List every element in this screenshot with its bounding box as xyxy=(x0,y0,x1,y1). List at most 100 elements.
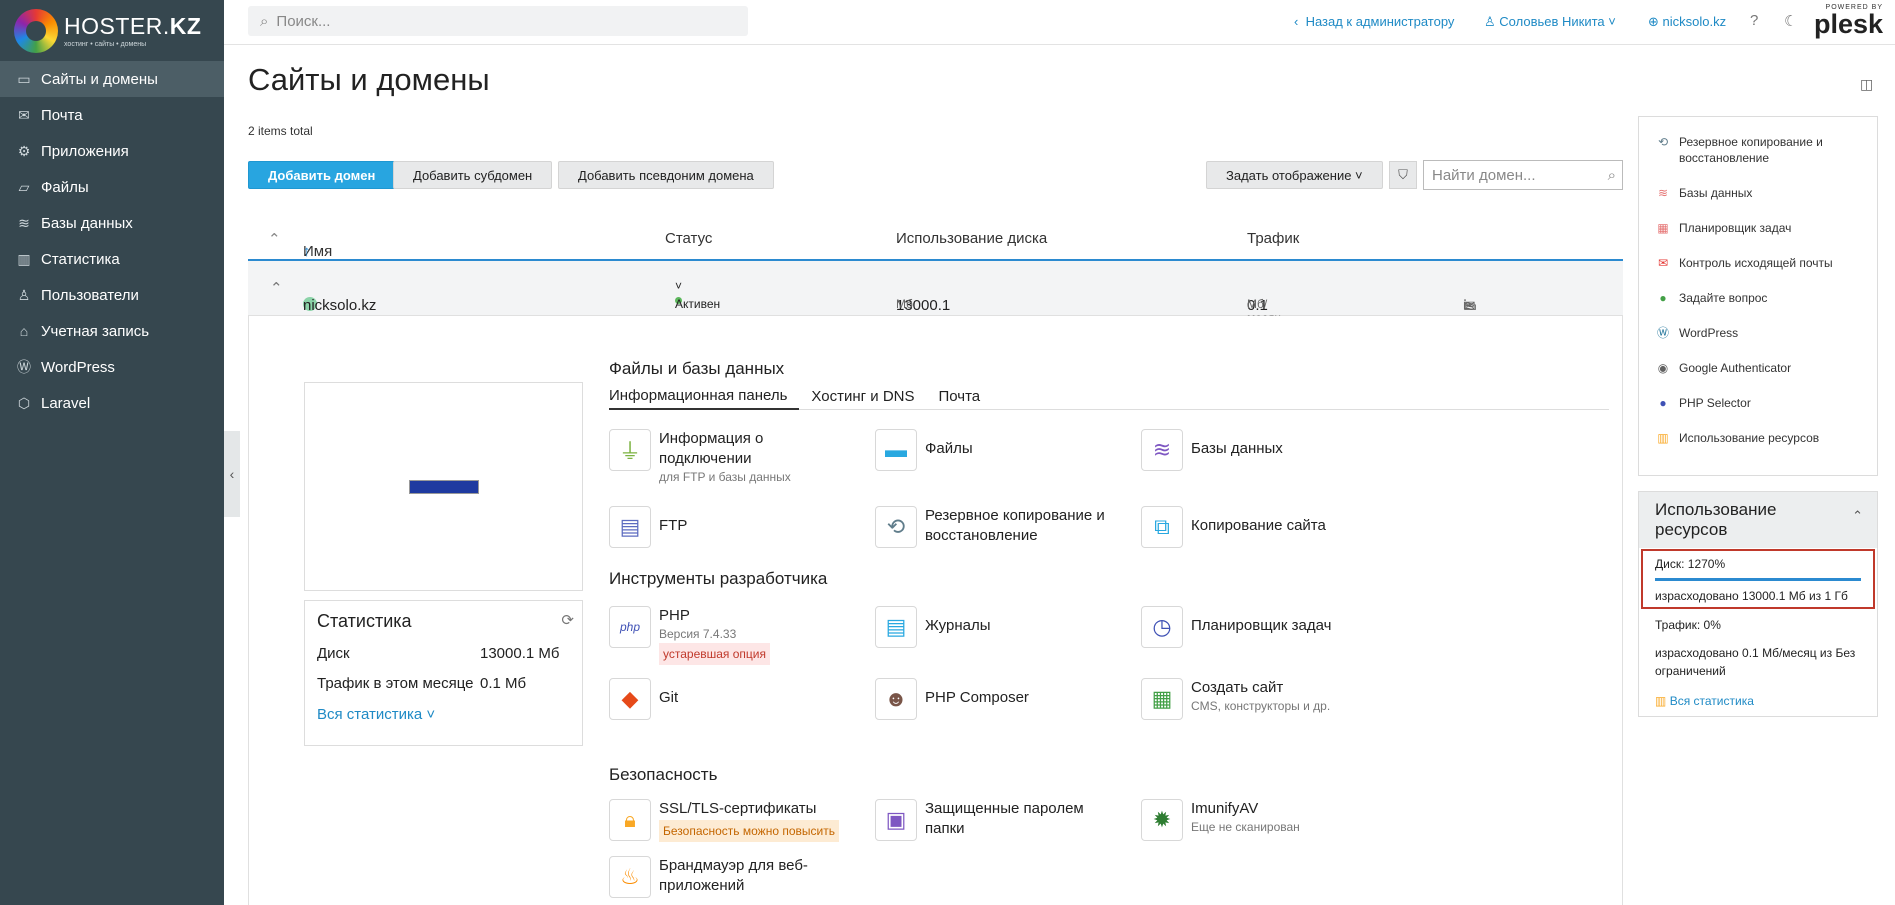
sidebar-item-2[interactable]: ⚙ Приложения xyxy=(0,133,224,169)
backup-icon: ⟲ xyxy=(875,506,917,548)
sidebar-item-0[interactable]: ▭ Сайты и домены xyxy=(0,61,224,97)
help-icon[interactable]: ? xyxy=(1750,12,1758,29)
tile-git[interactable]: ◆ Git xyxy=(609,678,859,720)
tab-dashboard[interactable]: Информационная панель xyxy=(609,382,800,410)
right-panel-link-0[interactable]: ⟲ Резервное копирование и восстановление xyxy=(1639,134,1877,166)
right-panel-link-6[interactable]: ◉ Google Authenticator xyxy=(1639,360,1877,376)
copy-icon: ⧉ xyxy=(1141,506,1183,548)
right-panel-link-8[interactable]: ▥ Использование ресурсов xyxy=(1639,430,1877,446)
sidebar-item-7[interactable]: ⌂ Учетная запись xyxy=(0,313,224,349)
domain-detail-panel: Статистика ⟳ Диск 13000.1 Мб Трафик в это… xyxy=(248,316,1623,905)
refresh-icon[interactable]: ⟳ xyxy=(561,611,574,629)
tile-logs[interactable]: ▤ Журналы xyxy=(875,606,1125,648)
column-disk[interactable]: Использование диска xyxy=(896,230,1047,247)
filter-button[interactable]: ⛉ xyxy=(1389,161,1417,189)
sidebar-item-6[interactable]: ♙ Пользователи xyxy=(0,277,224,313)
ftp-server-icon: ▤ xyxy=(609,506,651,548)
sidebar-item-4[interactable]: ≋ Базы данных xyxy=(0,205,224,241)
user-menu[interactable]: ♙ Соловьев Никита ˅ xyxy=(1484,14,1616,30)
calendar-icon: ▦ xyxy=(1657,221,1669,235)
tile-backup[interactable]: ⟲ Резервное копирование и восстановление xyxy=(875,506,1135,548)
chevron-left-icon: ‹ xyxy=(229,466,235,482)
tile-imunify[interactable]: ✹ ImunifyAV Еще не сканирован xyxy=(1141,799,1391,841)
global-search-input[interactable]: ⌕ Поиск... xyxy=(248,6,748,36)
sidebar-item-label: Приложения xyxy=(41,142,129,160)
right-panel-links: ⟲ Резервное копирование и восстановление ≋… xyxy=(1638,116,1878,476)
tile-protected-dirs[interactable]: ▣ Защищенные паролем папки xyxy=(875,799,1125,841)
wordpress-icon: Ⓦ xyxy=(17,359,31,375)
right-panel-link-label: Задайте вопрос xyxy=(1679,291,1768,305)
authenticator-icon: ◉ xyxy=(1657,361,1669,375)
right-panel-link-4[interactable]: ● Задайте вопрос xyxy=(1639,290,1877,306)
sidebar-item-5[interactable]: ▥ Статистика xyxy=(0,241,224,277)
user-icon: ♙ xyxy=(17,286,31,303)
tile-ftp[interactable]: ▤ FTP xyxy=(609,506,859,548)
top-header: ⌕ Поиск... ‹ Назад к администратору ♙ Со… xyxy=(224,0,1895,45)
sidebar-collapse-handle[interactable]: ‹ xyxy=(224,431,240,517)
tile-composer[interactable]: ☻ PHP Composer xyxy=(875,678,1125,720)
tile-create-site[interactable]: ▦ Создать сайт CMS, конструкторы и др. xyxy=(1141,678,1391,720)
domain-link[interactable]: ⊕ nicksolo.kz xyxy=(1648,14,1726,30)
right-panel-link-1[interactable]: ≋ Базы данных xyxy=(1639,185,1877,201)
stats-traffic-label: Трафик в этом месяце xyxy=(317,675,474,692)
sidebar-item-label: Почта xyxy=(41,106,83,124)
collapse-all-icon[interactable]: ⌃ xyxy=(268,230,281,248)
right-panel-link-7[interactable]: ● PHP Selector xyxy=(1639,395,1877,411)
tile-connection-info[interactable]: ⏚ Информация о подключении для FTP и базы… xyxy=(609,429,859,485)
traffic-percent: 0% xyxy=(1703,618,1721,632)
theme-moon-icon[interactable]: ☾ xyxy=(1784,12,1797,30)
globe-icon: ⊕ xyxy=(1648,14,1659,29)
tab-mail[interactable]: Почта xyxy=(939,382,993,410)
panel-toggle-icon[interactable]: ◫ xyxy=(1860,76,1873,93)
logo-name: HOSTER.KZ xyxy=(64,13,202,39)
right-panel-link-3[interactable]: ✉ Контроль исходящей почты xyxy=(1639,255,1877,271)
resource-usage-header[interactable]: Использование ресурсов ⌃ xyxy=(1639,492,1877,548)
php-icon: php xyxy=(609,606,651,648)
tile-copy-site[interactable]: ⧉ Копирование сайта xyxy=(1141,506,1391,548)
traffic-used-text: израсходовано 0.1 Мб/месяц из Без ограни… xyxy=(1655,646,1856,678)
tile-firewall[interactable]: ♨ Брандмауэр для веб-приложений xyxy=(609,856,859,898)
sidebar-item-9[interactable]: ⬡ Laravel xyxy=(0,385,224,421)
status-badge[interactable]: Активен ˅ xyxy=(675,279,720,311)
whatsapp-icon: ● xyxy=(1659,291,1667,305)
logo[interactable]: HOSTER.KZ хостинг • сайты • домены xyxy=(0,0,224,61)
search-icon: ⌕ xyxy=(260,12,269,30)
right-panel-link-label: Контроль исходящей почты xyxy=(1679,256,1833,270)
sidebar-item-3[interactable]: ▱ Файлы xyxy=(0,169,224,205)
sidebar-item-label: WordPress xyxy=(41,358,115,376)
add-domain-button[interactable]: Добавить домен xyxy=(248,161,396,189)
tile-ssl[interactable]: 🔒︎ SSL/TLS-сертификаты Безопасность можно… xyxy=(609,799,869,842)
tile-databases[interactable]: ≋ Базы данных xyxy=(1141,429,1391,471)
backup-icon: ⟲ xyxy=(1657,135,1669,149)
add-alias-button[interactable]: Добавить псевдоним домена xyxy=(558,161,774,189)
table-row[interactable]: ⌃ nicksolo.kz Активен ˅ 13000.1 Мб 0.1 М… xyxy=(248,261,1623,325)
user-icon: ♙ xyxy=(1484,14,1496,29)
right-panel-link-2[interactable]: ▦ Планировщик задач xyxy=(1639,220,1877,236)
add-subdomain-button[interactable]: Добавить субдомен xyxy=(393,161,553,189)
all-stats-link[interactable]: Вся статистика ˅ xyxy=(317,706,570,723)
disk-used-text: израсходовано 13000.1 Мб из 1 Гб xyxy=(1655,589,1848,603)
settings-sliders-icon[interactable]: ⫶ xyxy=(1463,297,1467,314)
site-preview-thumbnail[interactable] xyxy=(304,382,583,591)
column-traffic[interactable]: Трафик xyxy=(1247,230,1299,247)
domain-search-input[interactable]: Найти домен... ⌕ xyxy=(1423,160,1623,190)
back-to-admin-link[interactable]: ‹ Назад к администратору xyxy=(1294,14,1454,29)
sidebar-item-8[interactable]: Ⓦ WordPress xyxy=(0,349,224,385)
sidebar-item-label: Учетная запись xyxy=(41,322,150,340)
tile-php[interactable]: php PHP Версия 7.4.33 устаревшая опция xyxy=(609,606,859,665)
right-panel-link-5[interactable]: Ⓦ WordPress xyxy=(1639,325,1877,341)
view-mode-button[interactable]: Задать отображение ˅ xyxy=(1206,161,1383,189)
column-status[interactable]: Статус xyxy=(665,230,712,247)
all-stats-link[interactable]: ▥ Вся статистика xyxy=(1655,692,1860,710)
sidebar-item-label: Пользователи xyxy=(41,286,139,304)
search-icon: ⌕ xyxy=(1607,166,1616,184)
tab-hosting-dns[interactable]: Хостинг и DNS xyxy=(811,382,926,410)
sidebar-item-1[interactable]: ✉ Почта xyxy=(0,97,224,133)
sidebar-item-label: Laravel xyxy=(41,394,91,412)
right-panel-link-label: Google Authenticator xyxy=(1679,361,1792,375)
tile-scheduler[interactable]: ◷ Планировщик задач xyxy=(1141,606,1391,648)
tile-files[interactable]: ▬ Файлы xyxy=(875,429,1125,471)
collapse-row-icon[interactable]: ⌃ xyxy=(270,279,283,297)
right-panel-link-label: PHP Selector xyxy=(1679,396,1751,410)
chevron-up-icon[interactable]: ⌃ xyxy=(1852,506,1863,526)
